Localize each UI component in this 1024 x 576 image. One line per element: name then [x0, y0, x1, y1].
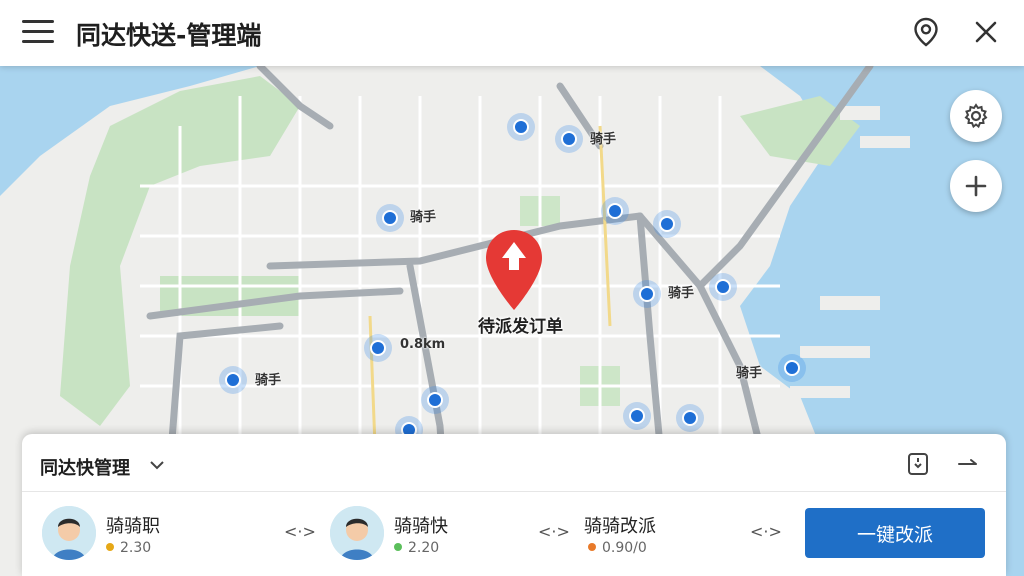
- rider-avatar: [330, 506, 384, 560]
- rider-pin-label: 骑手: [410, 210, 437, 225]
- pending-order-marker-icon[interactable]: [484, 228, 544, 312]
- rider-status: 2.20: [394, 540, 439, 556]
- status-dot: [394, 543, 402, 551]
- rider-pin[interactable]: [659, 216, 675, 232]
- rider-pin[interactable]: [561, 131, 577, 147]
- rider-pin[interactable]: [629, 408, 645, 424]
- location-pin-icon[interactable]: [910, 16, 942, 48]
- rider-status-value: 0.90/0: [602, 540, 647, 556]
- rider-pin[interactable]: [382, 210, 398, 226]
- rider-status: 0.90/0: [588, 540, 647, 556]
- rider-status-value: 2.20: [408, 540, 440, 556]
- swap-icon[interactable]: <·>: [538, 522, 570, 541]
- rider-name: 骑骑快: [394, 516, 448, 537]
- pending-order-label: 待派发订单: [478, 317, 563, 337]
- app-title: 同达快送-管理端: [76, 21, 262, 50]
- rider-name: 骑骑职: [106, 516, 160, 537]
- menu-icon[interactable]: [22, 20, 54, 48]
- rider-pin[interactable]: [682, 410, 698, 426]
- rider-pin[interactable]: [784, 360, 800, 376]
- status-dot: [106, 543, 114, 551]
- panel-header: 同达快管理: [22, 434, 1006, 492]
- rider-pin-label: 骑手: [736, 366, 763, 381]
- swap-icon[interactable]: <·>: [284, 522, 316, 541]
- rider-pin-label: 0.8km: [400, 337, 446, 352]
- rider-name: 骑骑改派: [584, 516, 656, 537]
- edit-box-icon[interactable]: [906, 452, 930, 476]
- dispatch-panel: 同达快管理 骑骑职 2.30 <·> 骑骑快 2.20 <·> 骑骑改派 0.9…: [22, 434, 1006, 576]
- zoom-in-plus-icon[interactable]: [950, 160, 1002, 212]
- rider-pin[interactable]: [427, 392, 443, 408]
- rider-pin[interactable]: [225, 372, 241, 388]
- rider-pin[interactable]: [513, 119, 529, 135]
- rider-pin[interactable]: [370, 340, 386, 356]
- panel-title: 同达快管理: [40, 458, 130, 479]
- rider-pin[interactable]: [607, 203, 623, 219]
- status-dot: [588, 543, 596, 551]
- rider-avatar: [42, 506, 96, 560]
- rider-status: 2.30: [106, 540, 151, 556]
- settings-gear-icon[interactable]: [950, 90, 1002, 142]
- arrow-right-icon[interactable]: [956, 452, 980, 476]
- close-icon[interactable]: [970, 16, 1002, 48]
- top-app-bar: 同达快送-管理端: [0, 0, 1024, 66]
- rider-pin-label: 骑手: [255, 373, 282, 388]
- one-click-reassign-button[interactable]: 一键改派: [805, 508, 985, 558]
- rider-status-value: 2.30: [120, 540, 152, 556]
- rider-pin[interactable]: [715, 279, 731, 295]
- rider-pin-label: 骑手: [590, 132, 617, 147]
- swap-icon[interactable]: <·>: [750, 522, 782, 541]
- rider-pin[interactable]: [639, 286, 655, 302]
- rider-pin-label: 骑手: [668, 286, 695, 301]
- chevron-down-icon[interactable]: [148, 456, 166, 474]
